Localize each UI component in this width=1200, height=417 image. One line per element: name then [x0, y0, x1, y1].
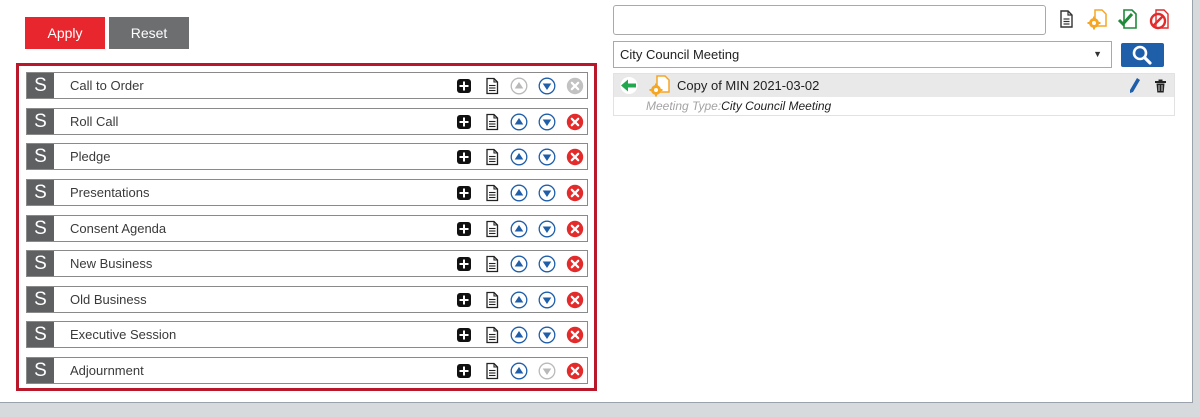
section-badge: S	[27, 251, 54, 276]
arrow-down-icon[interactable]	[538, 326, 556, 344]
edit-icon[interactable]	[1127, 77, 1141, 95]
meta-key: Meeting Type:	[646, 99, 722, 113]
agenda-row[interactable]: S Adjournment	[26, 357, 588, 384]
section-badge: S	[27, 109, 54, 134]
document-icon[interactable]	[483, 255, 501, 273]
search-button[interactable]	[1121, 43, 1164, 67]
document-icon[interactable]	[483, 362, 501, 380]
plus-icon[interactable]	[455, 148, 473, 166]
arrow-up-icon[interactable]	[510, 291, 528, 309]
result-header: Copy of MIN 2021-03-02	[614, 74, 1174, 97]
agenda-item-label[interactable]: Consent Agenda	[70, 216, 166, 241]
section-badge: S	[27, 358, 54, 383]
section-badge: S	[27, 144, 54, 169]
agenda-row[interactable]: S New Business	[26, 250, 588, 277]
arrow-down-icon[interactable]	[538, 255, 556, 273]
document-icon[interactable]	[483, 113, 501, 131]
delete-icon[interactable]	[566, 255, 584, 273]
section-badge: S	[27, 180, 54, 205]
plus-icon[interactable]	[455, 113, 473, 131]
agenda-item-label[interactable]: Executive Session	[70, 322, 176, 347]
arrow-up-icon[interactable]	[510, 326, 528, 344]
arrow-up-icon[interactable]	[510, 184, 528, 202]
delete-icon[interactable]	[566, 326, 584, 344]
reset-button[interactable]: Reset	[109, 17, 189, 49]
agenda-row[interactable]: S Executive Session	[26, 321, 588, 348]
plus-icon[interactable]	[455, 184, 473, 202]
agenda-row[interactable]: S Call to Order	[26, 72, 588, 99]
arrow-up-icon[interactable]	[510, 113, 528, 131]
plus-icon[interactable]	[455, 291, 473, 309]
plus-icon[interactable]	[455, 362, 473, 380]
arrow-up-icon[interactable]	[510, 255, 528, 273]
agenda-item-label[interactable]: New Business	[70, 251, 152, 276]
document-icon[interactable]	[483, 148, 501, 166]
main-panel: Apply Reset S Call to Order S Roll Call S Ple…	[0, 0, 1193, 403]
document-icon[interactable]	[1055, 8, 1077, 30]
gear-document-icon[interactable]	[1086, 8, 1108, 30]
document-icon[interactable]	[483, 220, 501, 238]
arrow-down-icon[interactable]	[538, 148, 556, 166]
delete-icon	[566, 77, 584, 95]
select-value: City Council Meeting	[620, 47, 740, 62]
section-badge: S	[27, 287, 54, 312]
arrow-up-icon[interactable]	[510, 362, 528, 380]
agenda-item-label[interactable]: Old Business	[70, 287, 147, 312]
delete-icon[interactable]	[566, 362, 584, 380]
section-badge: S	[27, 73, 54, 98]
agenda-item-label[interactable]: Presentations	[70, 180, 150, 205]
arrow-down-icon[interactable]	[538, 184, 556, 202]
plus-icon[interactable]	[455, 326, 473, 344]
result-item: Copy of MIN 2021-03-02 Meeting Type:City…	[613, 73, 1175, 116]
result-meta: Meeting Type:City Council Meeting	[646, 99, 831, 113]
agenda-row[interactable]: S Pledge	[26, 143, 588, 170]
agenda-row[interactable]: S Old Business	[26, 286, 588, 313]
agenda-row[interactable]: S Presentations	[26, 179, 588, 206]
cancel-icon[interactable]	[1148, 8, 1170, 30]
search-icon	[1132, 45, 1152, 65]
delete-icon[interactable]	[566, 184, 584, 202]
arrow-up-icon[interactable]	[510, 148, 528, 166]
arrow-up-icon[interactable]	[510, 220, 528, 238]
arrow-down-icon[interactable]	[538, 113, 556, 131]
arrow-up-icon	[510, 77, 528, 95]
search-input[interactable]	[613, 5, 1046, 35]
agenda-item-label[interactable]: Call to Order	[70, 73, 144, 98]
result-title[interactable]: Copy of MIN 2021-03-02	[677, 74, 819, 97]
gear-document-icon	[649, 75, 670, 97]
plus-icon[interactable]	[455, 255, 473, 273]
arrow-down-icon	[538, 362, 556, 380]
agenda-item-label[interactable]: Pledge	[70, 144, 110, 169]
document-icon[interactable]	[483, 326, 501, 344]
delete-icon[interactable]	[566, 291, 584, 309]
arrow-down-icon[interactable]	[538, 77, 556, 95]
check-document-icon[interactable]	[1117, 8, 1139, 30]
agenda-row[interactable]: S Roll Call	[26, 108, 588, 135]
delete-icon[interactable]	[566, 220, 584, 238]
section-badge: S	[27, 216, 54, 241]
arrow-down-icon[interactable]	[538, 291, 556, 309]
section-badge: S	[27, 322, 54, 347]
document-icon[interactable]	[483, 291, 501, 309]
arrow-down-icon[interactable]	[538, 220, 556, 238]
trash-icon[interactable]	[1154, 79, 1167, 93]
document-icon[interactable]	[483, 184, 501, 202]
back-arrow-icon[interactable]	[619, 77, 639, 94]
agenda-item-label[interactable]: Roll Call	[70, 109, 118, 134]
dropdown-caret-icon: ▼	[1093, 49, 1102, 59]
document-icon[interactable]	[483, 77, 501, 95]
delete-icon[interactable]	[566, 148, 584, 166]
plus-icon[interactable]	[455, 220, 473, 238]
meeting-type-select[interactable]: City Council Meeting ▼	[613, 41, 1112, 68]
plus-icon[interactable]	[455, 77, 473, 95]
meta-value: City Council Meeting	[721, 99, 832, 113]
agenda-item-label[interactable]: Adjournment	[70, 358, 144, 383]
agenda-row[interactable]: S Consent Agenda	[26, 215, 588, 242]
agenda-list: S Call to Order S Roll Call S Pledge S Presenta…	[16, 63, 597, 391]
delete-icon[interactable]	[566, 113, 584, 131]
apply-button[interactable]: Apply	[25, 17, 105, 49]
